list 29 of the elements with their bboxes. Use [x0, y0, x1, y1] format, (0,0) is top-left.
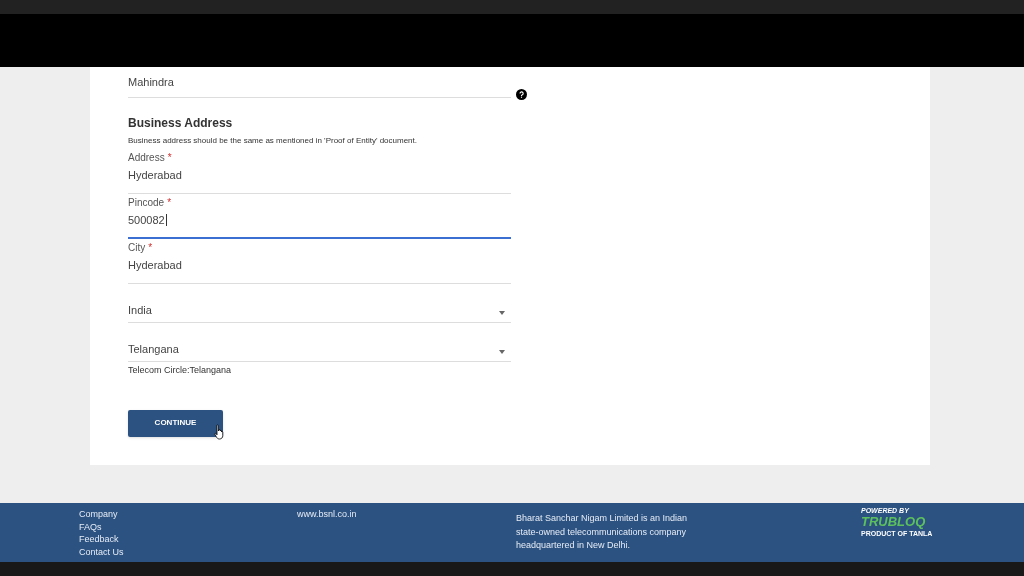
footer-description: Bharat Sanchar Nigam Limited is an Indian state-owned telecommunications company headquartered in New Delhi.: [516, 512, 689, 552]
field-label: Address: [128, 152, 165, 164]
field-value: Hyderabad: [128, 168, 182, 182]
cursor-icon: [214, 424, 226, 440]
text-field[interactable]: Mahindra: [128, 67, 511, 98]
section-heading: Business Address: [128, 116, 234, 130]
required-mark: *: [167, 152, 172, 164]
help-icon[interactable]: [516, 89, 527, 100]
caret-icon: [499, 350, 505, 354]
footer-link[interactable]: FAQs: [79, 520, 124, 533]
required-mark: *: [167, 197, 172, 209]
footer-link[interactable]: Contact Us: [79, 545, 124, 558]
caret-icon: [499, 311, 505, 315]
website-link[interactable]: www.bsnl.co.in: [297, 508, 357, 522]
text-field[interactable]: Address * Hyderabad: [128, 149, 511, 194]
helper-text: Business address should be the same as mentioned in 'Proof of Entity' document.: [128, 136, 418, 146]
text-field[interactable]: City * Hyderabad: [128, 239, 511, 284]
field-value: 500082: [128, 213, 165, 227]
field-label: City: [128, 242, 146, 254]
helper-text: Telecom Circle:Telangana: [128, 365, 233, 376]
footer-link[interactable]: Feedback: [79, 533, 124, 546]
dropdown[interactable]: Telangana: [128, 323, 511, 362]
text-field[interactable]: Pincode * 500082: [128, 194, 511, 239]
field-label: Pincode: [128, 197, 165, 209]
continue-button[interactable]: CONTINUE: [128, 409, 223, 437]
field-value: Hyderabad: [128, 258, 182, 272]
required-mark: *: [148, 242, 153, 254]
dropdown[interactable]: India: [128, 284, 511, 323]
footer-link[interactable]: Company: [79, 508, 124, 521]
